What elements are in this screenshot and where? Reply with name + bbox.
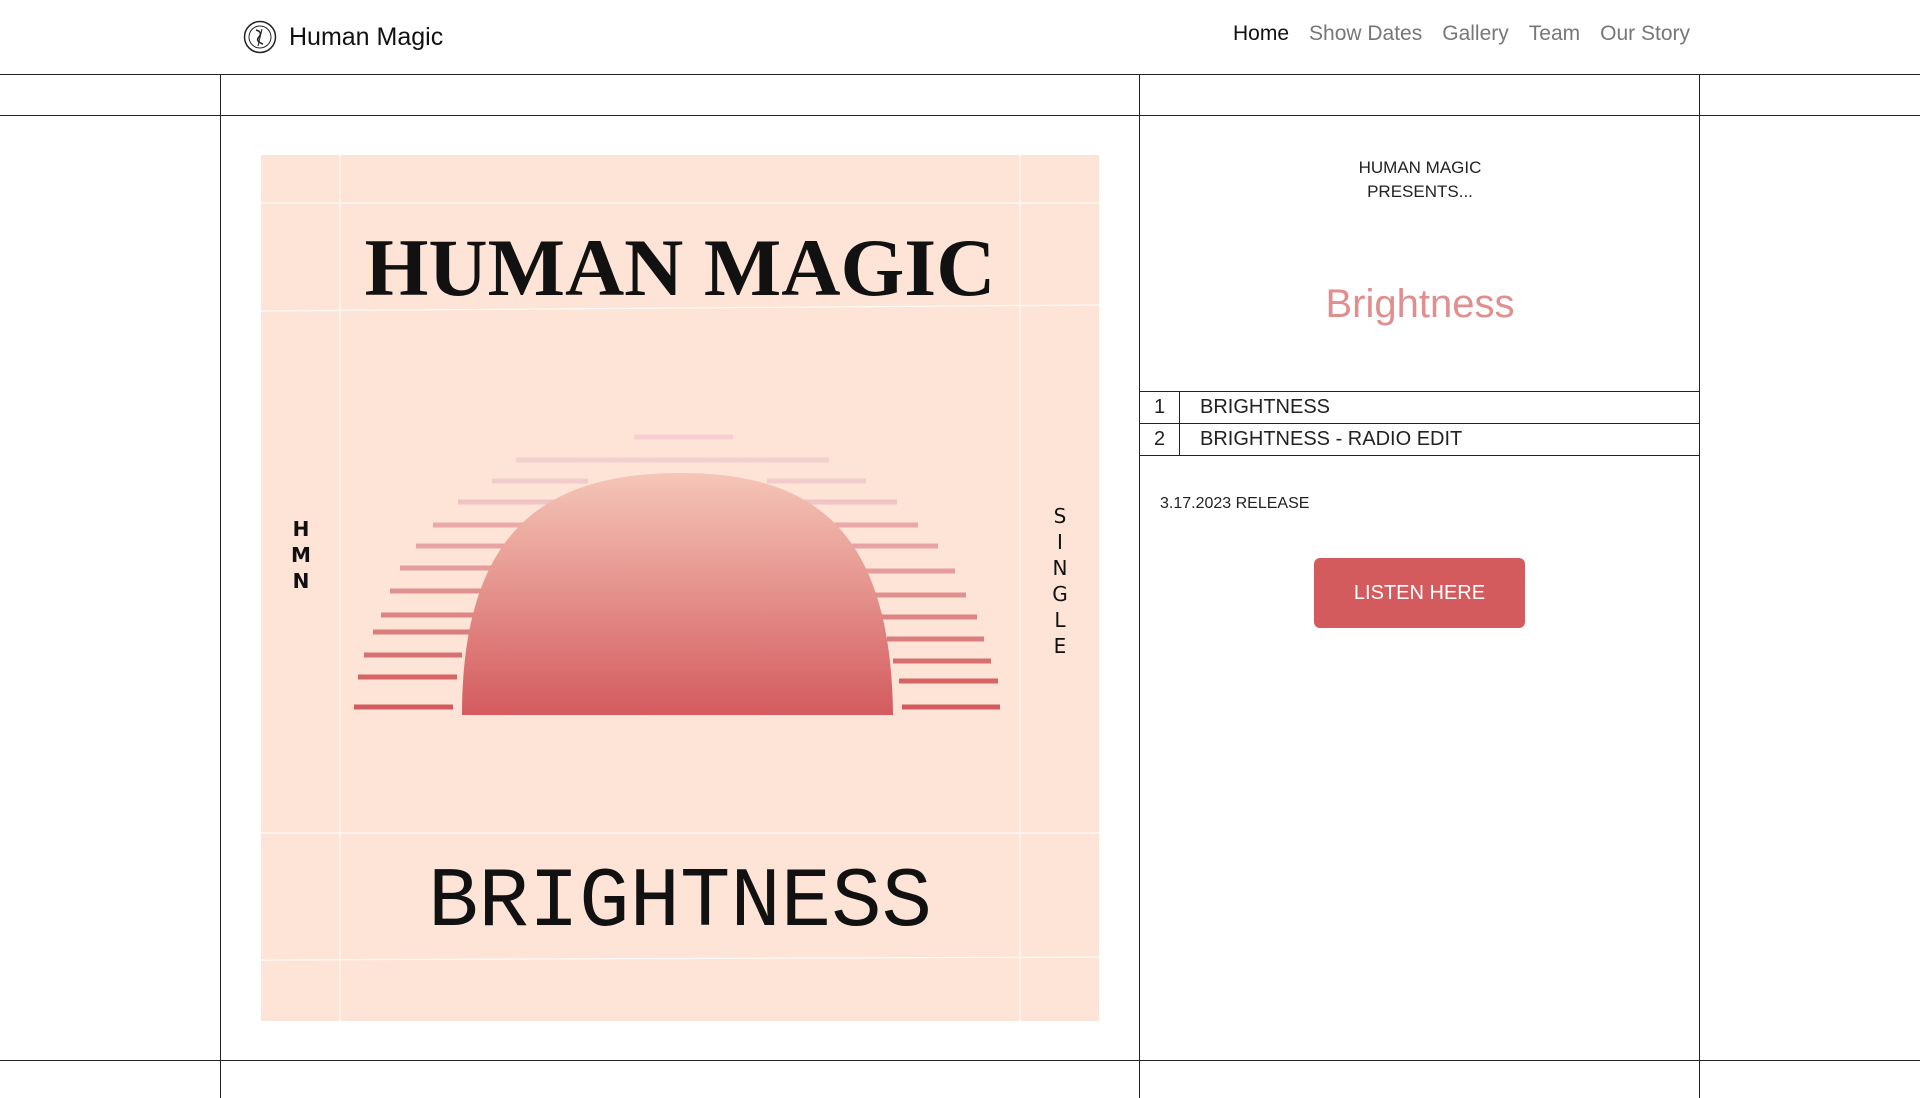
cover-side-letter: I (1057, 530, 1063, 554)
cover-side-letter: E (1054, 634, 1067, 658)
release-title: Brightness (1325, 282, 1515, 326)
cover-title: BRIGHTNESS (428, 856, 932, 951)
track-title: BRIGHTNESS - RADIO EDIT (1200, 428, 1463, 450)
grid-line (0, 1060, 1920, 1061)
logo-icon (243, 20, 277, 54)
nav-show-dates[interactable]: Show Dates (1309, 22, 1422, 46)
grid-line (1139, 74, 1140, 1098)
release-date: 3.17.2023 RELEASE (1160, 495, 1310, 512)
sun-shape (462, 473, 893, 715)
nav-team[interactable]: Team (1529, 22, 1580, 46)
cover-band-name: HUMAN MAGIC (365, 222, 996, 313)
presents-heading: HUMAN MAGIC PRESENTS... (1140, 156, 1700, 204)
track-row[interactable]: 1 BRIGHTNESS (1140, 391, 1700, 423)
track-list: 1 BRIGHTNESS 2 BRIGHTNESS - RADIO EDIT (1140, 391, 1700, 456)
grid-line (1699, 74, 1700, 1098)
nav-gallery[interactable]: Gallery (1442, 22, 1509, 46)
track-title: BRIGHTNESS (1200, 396, 1331, 418)
brand-name: Human Magic (289, 22, 444, 51)
track-number: 1 (1140, 392, 1180, 423)
cover-side-letter: S (1054, 504, 1067, 528)
cover-side-letter: H (293, 517, 310, 541)
brand-home-link[interactable]: Human Magic (243, 18, 443, 56)
presents-line: PRESENTS... (1367, 182, 1473, 201)
grid-line (0, 115, 1920, 116)
cover-side-letter: M (291, 543, 311, 567)
track-number: 2 (1140, 424, 1180, 455)
cover-side-letter: N (293, 569, 310, 593)
album-cover: HUMAN MAGIC H M N S I N G L E BRIGHTNESS (261, 155, 1099, 1021)
site-header: Human Magic Home Show Dates Gallery Team… (0, 0, 1920, 74)
track-row[interactable]: 2 BRIGHTNESS - RADIO EDIT (1140, 423, 1700, 456)
main-nav: Home Show Dates Gallery Team Our Story (1233, 22, 1690, 46)
nav-our-story[interactable]: Our Story (1600, 22, 1690, 46)
grid-line (0, 74, 1920, 75)
cover-side-letter: G (1052, 582, 1068, 606)
presents-line: HUMAN MAGIC (1358, 158, 1482, 177)
cover-side-letter: L (1054, 608, 1066, 632)
cover-side-letter: N (1053, 556, 1068, 580)
album-cover-art: HUMAN MAGIC H M N S I N G L E BRIGHTNESS (261, 155, 1099, 1021)
nav-home[interactable]: Home (1233, 22, 1289, 46)
listen-here-button[interactable]: LISTEN HERE (1314, 558, 1525, 628)
grid-line (220, 74, 221, 1098)
